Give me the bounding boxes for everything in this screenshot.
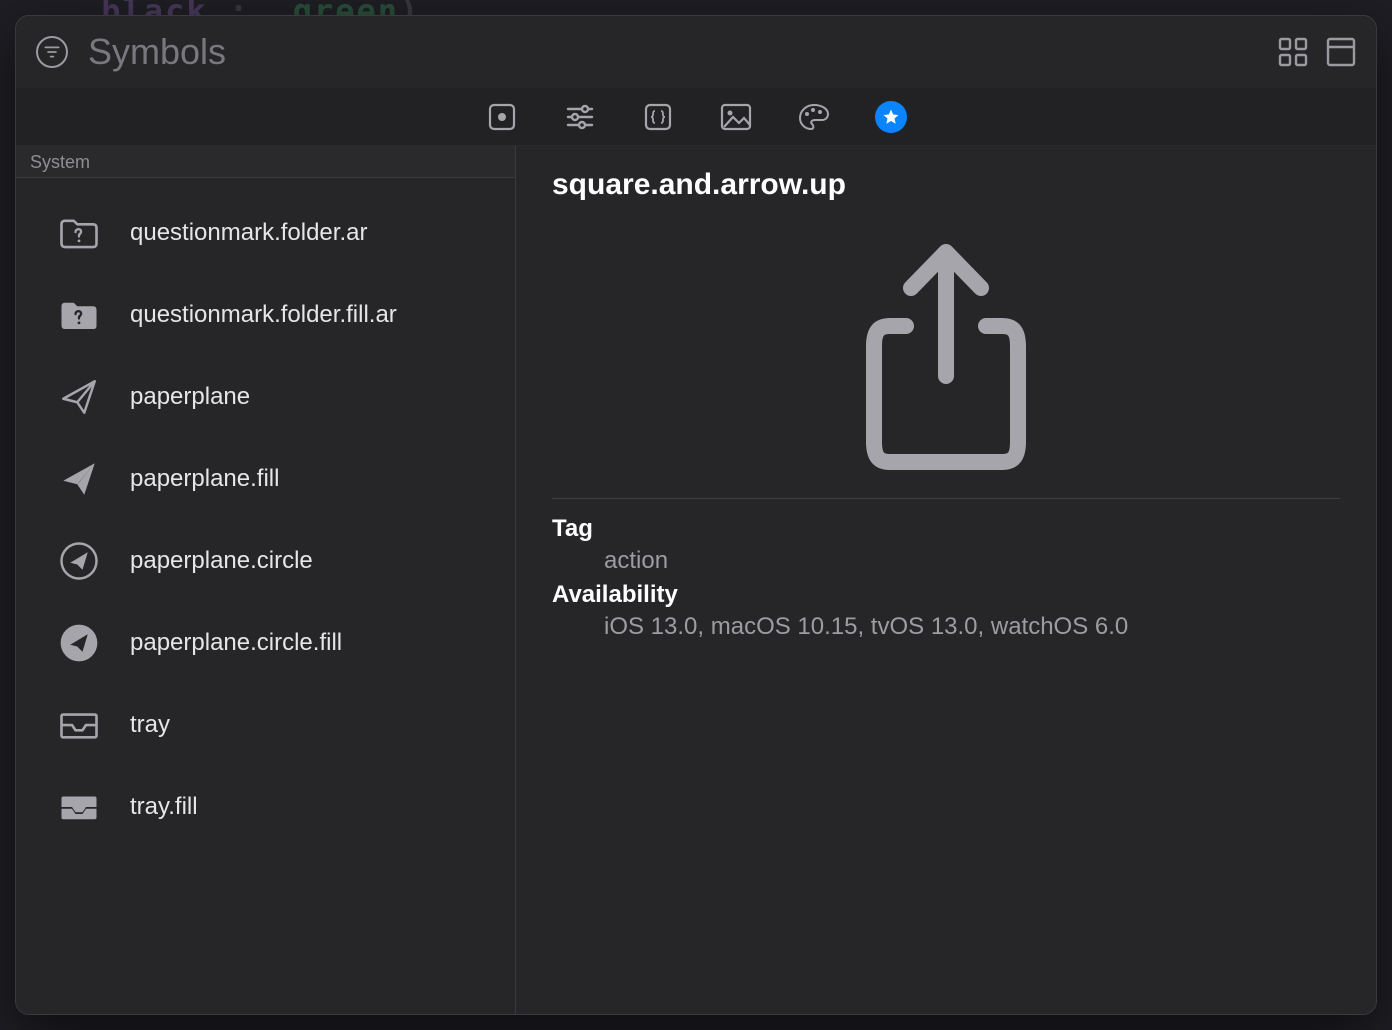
symbol-name: tray [130,711,170,739]
symbol-name: tray.fill [130,793,198,821]
symbol-row[interactable]: questionmark.folder.ar [16,192,515,274]
category-palette-icon[interactable] [797,100,831,134]
category-bar [16,88,1376,146]
tag-label: Tag [552,515,1340,543]
symbols-panel: System questionmark.folder.ar [15,15,1377,1015]
tray-fill-icon [56,784,102,830]
category-sliders-icon[interactable] [563,100,597,134]
folder-question-icon [56,210,102,256]
category-braces-icon[interactable] [641,100,675,134]
folder-question-fill-icon [56,292,102,338]
category-favorites-icon[interactable] [875,101,907,133]
category-image-icon[interactable] [719,100,753,134]
symbol-name: paperplane.circle.fill [130,629,342,657]
tag-value: action [552,547,1340,575]
detail-title: square.and.arrow.up [552,168,1340,202]
symbol-row[interactable]: tray [16,684,515,766]
paperplane-fill-icon [56,456,102,502]
detail-pane: square.and.arrow.up Tag action Availabil… [516,146,1376,1014]
section-header: System [16,146,515,178]
paperplane-icon [56,374,102,420]
grid-view-icon[interactable] [1278,37,1308,67]
search-input[interactable] [88,31,1258,73]
symbol-row[interactable]: paperplane.fill [16,438,515,520]
availability-label: Availability [552,581,1340,609]
availability-value: iOS 13.0, macOS 10.15, tvOS 13.0, watchO… [552,613,1340,641]
paperplane-circle-fill-icon [56,620,102,666]
symbol-row[interactable]: paperplane.circle.fill [16,602,515,684]
symbol-row[interactable]: questionmark.folder.fill.ar [16,274,515,356]
symbol-name: paperplane.circle [130,547,313,575]
symbol-row[interactable]: paperplane [16,356,515,438]
square-and-arrow-up-icon [552,226,1340,486]
symbol-name: questionmark.folder.ar [130,219,367,247]
symbol-name: paperplane.fill [130,465,279,493]
symbol-row[interactable]: tray.fill [16,766,515,848]
tray-icon [56,702,102,748]
paperplane-circle-icon [56,538,102,584]
symbol-name: paperplane [130,383,250,411]
category-frame-icon[interactable] [485,100,519,134]
divider [552,498,1340,499]
symbol-name: questionmark.folder.fill.ar [130,301,397,329]
panel-view-icon[interactable] [1326,37,1356,67]
view-mode-toggle [1278,37,1356,67]
symbol-row[interactable]: paperplane.circle [16,520,515,602]
titlebar [16,16,1376,88]
filter-icon[interactable] [36,36,68,68]
symbol-list-pane: System questionmark.folder.ar [16,146,516,1014]
